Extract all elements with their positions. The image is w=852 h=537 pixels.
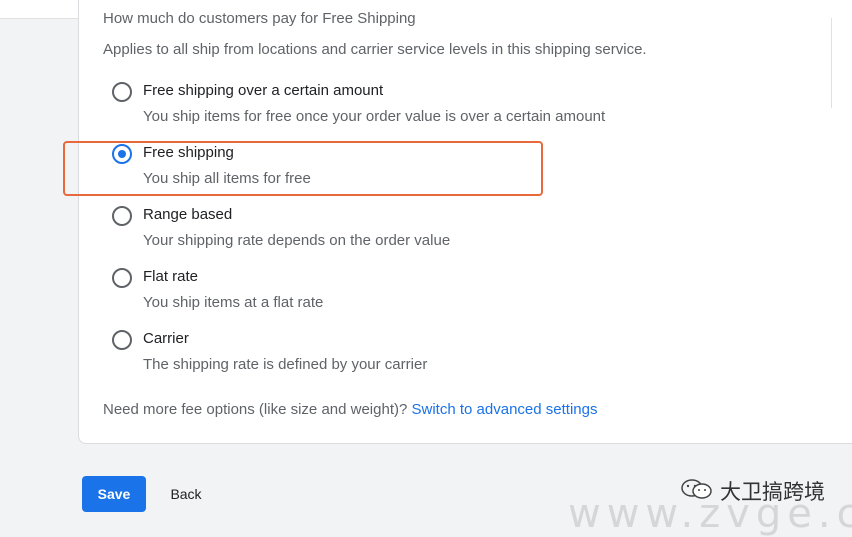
more-fee-text: Need more fee options (like size and wei… xyxy=(103,401,408,418)
option-description: You ship all items for free xyxy=(143,170,311,187)
save-button[interactable]: Save xyxy=(82,476,146,512)
more-fee-options: Need more fee options (like size and wei… xyxy=(103,401,597,418)
radio-unchecked-icon[interactable] xyxy=(112,330,132,350)
option-label: Range based xyxy=(143,206,233,223)
radio-unchecked-icon[interactable] xyxy=(112,206,132,226)
option-flat-rate[interactable]: Flat rate You ship items at a flat rate xyxy=(112,268,612,320)
option-description: The shipping rate is defined by your car… xyxy=(143,356,428,373)
back-button[interactable]: Back xyxy=(160,476,212,512)
option-label: Free shipping over a certain amount xyxy=(143,82,384,99)
option-free-over-amount[interactable]: Free shipping over a certain amount You … xyxy=(112,82,612,134)
divider xyxy=(831,18,832,108)
option-label: Free shipping xyxy=(143,144,234,161)
radio-checked-icon[interactable] xyxy=(112,144,132,164)
option-label: Flat rate xyxy=(143,268,199,285)
option-label: Carrier xyxy=(143,330,189,347)
section-question: How much do customers pay for Free Shipp… xyxy=(103,10,416,27)
option-description: You ship items at a flat rate xyxy=(143,294,324,311)
option-carrier[interactable]: Carrier The shipping rate is defined by … xyxy=(112,330,612,382)
option-free-shipping[interactable]: Free shipping You ship all items for fre… xyxy=(112,144,612,196)
section-helper-text: Applies to all ship from locations and c… xyxy=(103,41,647,58)
advanced-settings-link[interactable]: Switch to advanced settings xyxy=(412,401,598,418)
watermark-url: www.zvge.cn xyxy=(568,491,852,537)
option-description: You ship items for free once your order … xyxy=(143,108,606,125)
option-range-based[interactable]: Range based Your shipping rate depends o… xyxy=(112,206,612,258)
radio-unchecked-icon[interactable] xyxy=(112,82,132,102)
option-description: Your shipping rate depends on the order … xyxy=(143,232,451,249)
radio-unchecked-icon[interactable] xyxy=(112,268,132,288)
